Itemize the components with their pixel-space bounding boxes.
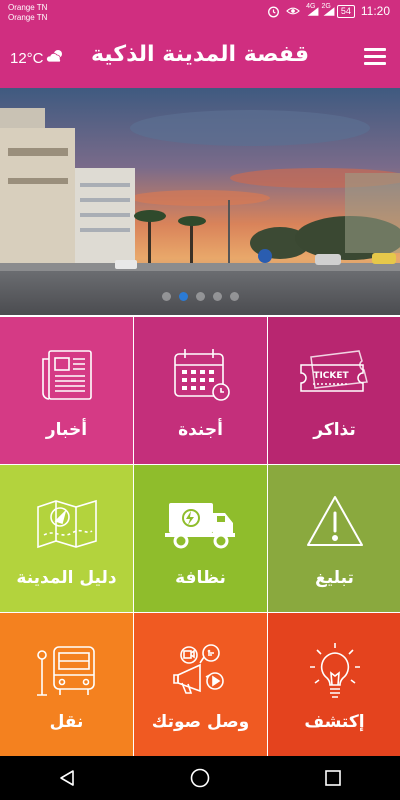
- report-label: تبليغ: [315, 568, 354, 588]
- recents-icon: [325, 770, 342, 786]
- carousel-dot-2[interactable]: [178, 292, 188, 301]
- transport-tile[interactable]: نقل: [0, 613, 133, 756]
- news-label: أخبار: [45, 420, 88, 440]
- system-nav-bar: [0, 756, 400, 800]
- eye-icon: [286, 4, 301, 18]
- report-tile[interactable]: تبليغ: [268, 465, 400, 612]
- agenda-tile[interactable]: أجندة: [134, 317, 267, 464]
- garbage-truck-icon: [134, 493, 267, 555]
- services-grid: أخبار أجندة TICKET تذاكر دليل المدينة نظ…: [0, 317, 400, 756]
- recents-button[interactable]: [313, 758, 353, 798]
- discover-tile[interactable]: إكتشف: [268, 613, 400, 756]
- home-icon: [190, 768, 210, 788]
- calendar-icon: [134, 345, 267, 407]
- network-2-label: 2G: [321, 2, 331, 10]
- carrier-2: Orange TN: [8, 13, 48, 22]
- ticket-text: TICKET: [313, 371, 349, 381]
- network-1-label: 4G: [306, 2, 316, 10]
- alarm-icon: [266, 4, 280, 18]
- back-icon: [59, 770, 74, 786]
- status-bar: Orange TN Orange TN 4G 2G 54 11:20: [0, 0, 400, 28]
- voice-label: وصل صوتك: [151, 712, 250, 732]
- city-guide-tile[interactable]: دليل المدينة: [0, 465, 133, 612]
- partly-cloudy-icon: [45, 48, 66, 68]
- lightbulb-icon: [268, 641, 400, 703]
- agenda-label: أجندة: [178, 420, 223, 440]
- map-icon: [0, 493, 133, 555]
- temperature: 12°C: [10, 49, 44, 67]
- back-button[interactable]: [47, 758, 87, 798]
- tickets-tile[interactable]: TICKET تذاكر: [268, 317, 400, 464]
- banner-carousel[interactable]: [0, 88, 400, 315]
- megaphone-icon: [134, 641, 267, 703]
- battery-icon: 54: [336, 4, 355, 18]
- cleanliness-label: نظافة: [175, 568, 226, 588]
- home-button[interactable]: [180, 758, 220, 798]
- news-tile[interactable]: أخبار: [0, 317, 133, 464]
- hamburger-icon: [364, 48, 386, 51]
- menu-button[interactable]: [364, 48, 386, 66]
- carousel-dot-1[interactable]: [161, 292, 171, 301]
- clock: 11:20: [360, 4, 390, 18]
- carrier-1: Orange TN: [8, 3, 48, 12]
- voice-tile[interactable]: وصل صوتك: [134, 613, 267, 756]
- carousel-dot-5[interactable]: [229, 292, 239, 301]
- app-bar: 12°C قفصة المدينة الذكية: [0, 28, 400, 88]
- city-photo: [0, 88, 400, 315]
- discover-label: إكتشف: [304, 712, 365, 732]
- ticket-icon: TICKET: [268, 345, 400, 407]
- cleanliness-tile[interactable]: نظافة: [134, 465, 267, 612]
- carousel-dot-4[interactable]: [212, 292, 222, 301]
- warning-icon: [268, 493, 400, 555]
- carousel-indicators: [0, 292, 400, 301]
- app-title: قفصة المدينة الذكية: [90, 42, 310, 67]
- transport-label: نقل: [49, 712, 84, 732]
- status-icons: 4G 2G 54 11:20: [266, 2, 390, 18]
- city-guide-label: دليل المدينة: [16, 568, 117, 588]
- carousel-dot-3[interactable]: [195, 292, 205, 301]
- weather-widget[interactable]: 12°C: [10, 48, 66, 68]
- tickets-label: تذاكر: [313, 420, 356, 440]
- bus-icon: [0, 641, 133, 703]
- newspaper-icon: [0, 345, 133, 407]
- carrier-info: Orange TN Orange TN: [8, 3, 47, 23]
